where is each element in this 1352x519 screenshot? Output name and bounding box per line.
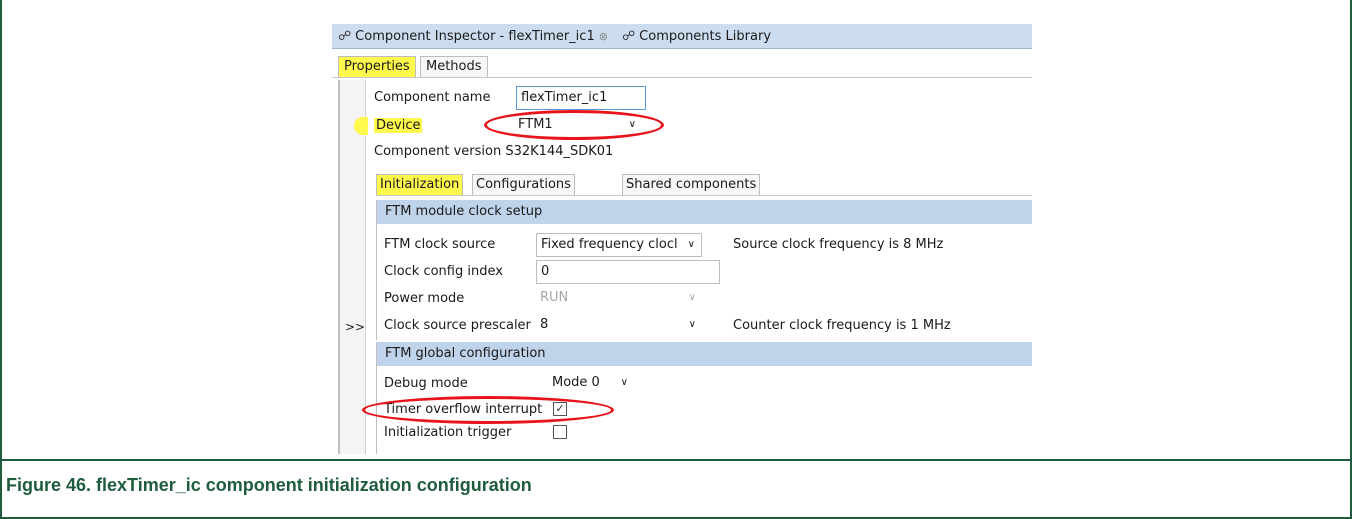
device-annotation-ellipse <box>484 110 664 140</box>
config-index-input[interactable]: 0 <box>536 260 720 284</box>
expand-button[interactable]: >> <box>345 320 365 334</box>
component-name-label: Component name <box>374 90 491 105</box>
component-icon: ☍ <box>338 29 352 44</box>
tab-configurations[interactable]: Configurations <box>472 174 575 195</box>
tab-initialization[interactable]: Initialization <box>376 174 464 195</box>
chevron-down-icon: ∨ <box>687 239 695 250</box>
power-mode-label: Power mode <box>384 291 465 306</box>
component-name-input[interactable]: flexTimer_ic1 <box>516 86 646 110</box>
tab-properties[interactable]: Properties <box>338 56 416 77</box>
component-inspector-screenshot: ☍ Component Inspector - flexTimer_ic1 ⊗ ☍ C… <box>332 24 1032 454</box>
clock-setup-header: FTM module clock setup <box>377 200 1032 224</box>
tab-components-library[interactable]: ☍ Components Library <box>622 29 771 45</box>
initialization-tab-bar: Initialization Configurations Shared com… <box>376 172 1032 196</box>
prescaler-value: 8 <box>540 317 549 332</box>
tab-components-library-label: Components Library <box>639 29 772 44</box>
tab-shared-components[interactable]: Shared components <box>622 174 761 195</box>
device-label-text: Device <box>374 118 423 133</box>
tab-methods[interactable]: Methods <box>420 56 488 77</box>
clock-source-label: FTM clock source <box>384 237 496 252</box>
chevron-down-icon: ∨ <box>688 292 696 303</box>
clock-source-select[interactable]: Fixed frequency clocl ∨ <box>536 233 702 257</box>
figure-caption: Figure 46. flexTimer_ic component initia… <box>6 475 532 495</box>
clock-source-value: Fixed frequency clocl <box>541 237 678 252</box>
debug-mode-label: Debug mode <box>384 376 468 391</box>
chevron-down-icon: ∨ <box>688 319 696 330</box>
power-mode-select: RUN ∨ <box>536 287 702 311</box>
highlight-marker <box>354 117 368 135</box>
tab-component-inspector[interactable]: ☍ Component Inspector - flexTimer_ic1 ⊗ <box>338 29 608 45</box>
component-icon: ☍ <box>622 29 636 44</box>
close-icon[interactable]: ⊗ <box>599 30 608 43</box>
caption-bar: Figure 46. flexTimer_ic component initia… <box>0 459 1352 519</box>
component-version-text: Component version S32K144_SDK01 <box>374 144 614 159</box>
overflow-annotation-ellipse <box>362 396 614 424</box>
prescaler-label: Clock source prescaler <box>384 318 531 333</box>
init-trigger-label: Initialization trigger <box>384 425 512 440</box>
power-mode-value: RUN <box>540 290 569 305</box>
view-tab-bar: ☍ Component Inspector - flexTimer_ic1 ⊗ ☍ C… <box>332 24 1032 49</box>
counter-clock-info: Counter clock frequency is 1 MHz <box>733 318 951 333</box>
source-clock-info: Source clock frequency is 8 MHz <box>733 237 944 252</box>
properties-tab-bar: Properties Methods <box>332 54 1032 78</box>
collapse-gutter: >> <box>338 80 366 454</box>
prescaler-select[interactable]: 8 ∨ <box>536 314 702 338</box>
device-label: Device <box>374 115 423 137</box>
init-trigger-checkbox[interactable] <box>553 425 567 439</box>
global-config-header: FTM global configuration <box>377 342 1032 366</box>
tab-component-inspector-label: Component Inspector - flexTimer_ic1 <box>355 29 595 44</box>
config-index-label: Clock config index <box>384 264 503 279</box>
chevron-down-icon: ∨ <box>620 377 628 388</box>
debug-mode-value: Mode 0 <box>552 375 600 390</box>
debug-mode-select[interactable]: Mode 0 ∨ <box>552 372 632 396</box>
